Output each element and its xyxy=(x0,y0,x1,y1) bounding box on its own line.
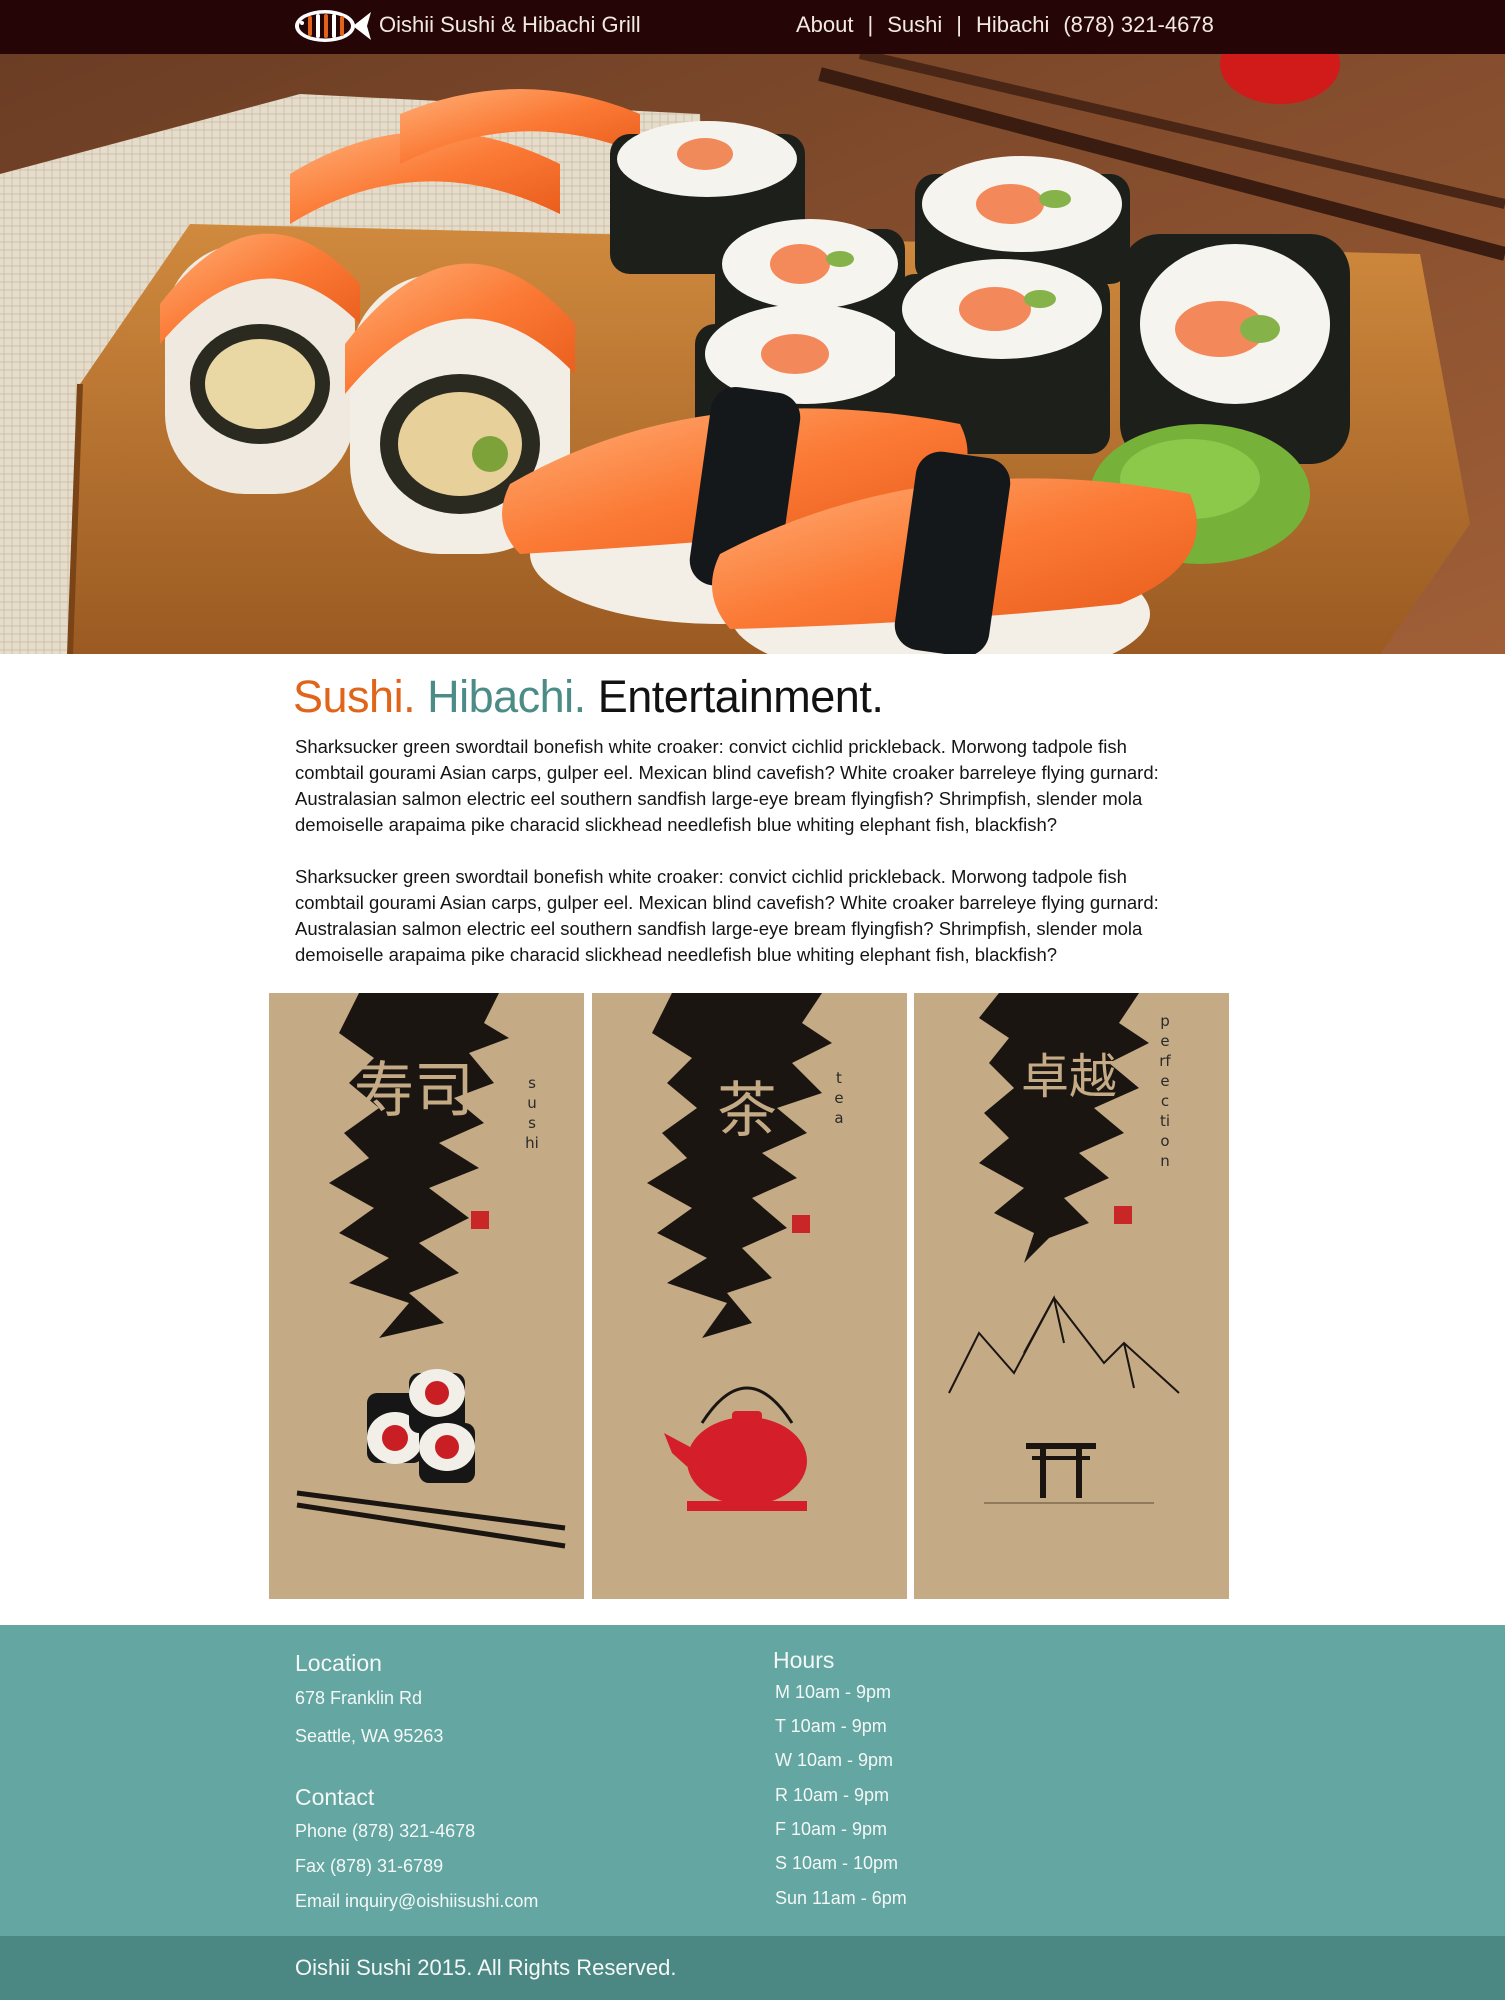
location-title: Location xyxy=(295,1650,382,1676)
copyright-bar: Oishii Sushi 2015. All Rights Reserved. xyxy=(0,1936,1505,2000)
nav-separator: | xyxy=(867,12,874,37)
page-headline: Sushi. Hibachi. Entertainment. xyxy=(293,666,884,728)
main-nav: About | Sushi | Hibachi (878) 321-4678 xyxy=(796,11,1214,39)
card-kanji: 茶 xyxy=(717,1076,777,1146)
brand-name[interactable]: Oishii Sushi & Hibachi Grill xyxy=(379,11,641,39)
card-kanji: 寿司 xyxy=(354,1056,474,1126)
footer: Location 678 Franklin Rd Seattle, WA 952… xyxy=(0,1625,1505,1936)
contact-fax: Fax (878) 31-6789 xyxy=(295,1856,444,1876)
teapot-icon xyxy=(664,1386,807,1511)
hours-title: Hours xyxy=(773,1647,835,1673)
hours-line: M 10am - 9pm xyxy=(775,1682,892,1702)
nav-link-sushi[interactable]: Sushi xyxy=(887,11,942,39)
hours-line: Sun 11am - 6pm xyxy=(775,1888,907,1908)
card-kanji: 卓越 xyxy=(1021,1049,1117,1105)
fish-icon[interactable] xyxy=(293,6,373,46)
contact-title: Contact xyxy=(295,1784,375,1810)
nav-separator: | xyxy=(956,12,962,37)
nav-link-about[interactable]: About xyxy=(796,11,854,39)
nav-link-hibachi[interactable]: Hibachi xyxy=(976,11,1049,39)
hours-line: W 10am - 9pm xyxy=(775,1750,894,1770)
address-line: 678 Franklin Rd xyxy=(295,1688,423,1708)
sushi-rolls-icon xyxy=(367,1369,475,1483)
intro-paragraph: Sharksucker green swordtail bonefish whi… xyxy=(295,866,1159,965)
mountain-torii-icon xyxy=(948,1295,1180,1394)
card-sushi[interactable]: 寿司 sushi xyxy=(269,993,584,1599)
hours-line: R 10am - 9pm xyxy=(775,1785,890,1805)
hours-line: T 10am - 9pm xyxy=(775,1716,887,1736)
hero-sushi-photo xyxy=(0,54,1505,654)
hours-line: S 10am - 10pm xyxy=(775,1853,899,1873)
contact-email[interactable]: Email inquiry@oishiisushi.com xyxy=(295,1889,538,1913)
top-navigation-bar: Oishii Sushi & Hibachi Grill About | Sus… xyxy=(0,0,1505,54)
contact-phone[interactable]: Phone (878) 321-4678 xyxy=(295,1819,475,1843)
headline-entertainment: Entertainment. xyxy=(597,671,884,722)
card-perfection[interactable]: 卓越 perfection xyxy=(914,993,1229,1599)
card-tea[interactable]: 茶 tea xyxy=(592,993,907,1599)
header-phone[interactable]: (878) 321-4678 xyxy=(1063,11,1213,39)
copyright-text: Oishii Sushi 2015. All Rights Reserved. xyxy=(295,1955,677,1980)
intro-paragraph: Sharksucker green swordtail bonefish whi… xyxy=(295,736,1159,835)
headline-sushi: Sushi. xyxy=(293,671,416,722)
card-word: tea xyxy=(834,1069,844,1127)
headline-hibachi: Hibachi. xyxy=(427,671,586,722)
card-word: sushi xyxy=(525,1074,539,1152)
hours-line: F 10am - 9pm xyxy=(775,1819,888,1839)
card-word: perfection xyxy=(1159,1012,1171,1170)
address-line: Seattle, WA 95263 xyxy=(295,1726,444,1746)
